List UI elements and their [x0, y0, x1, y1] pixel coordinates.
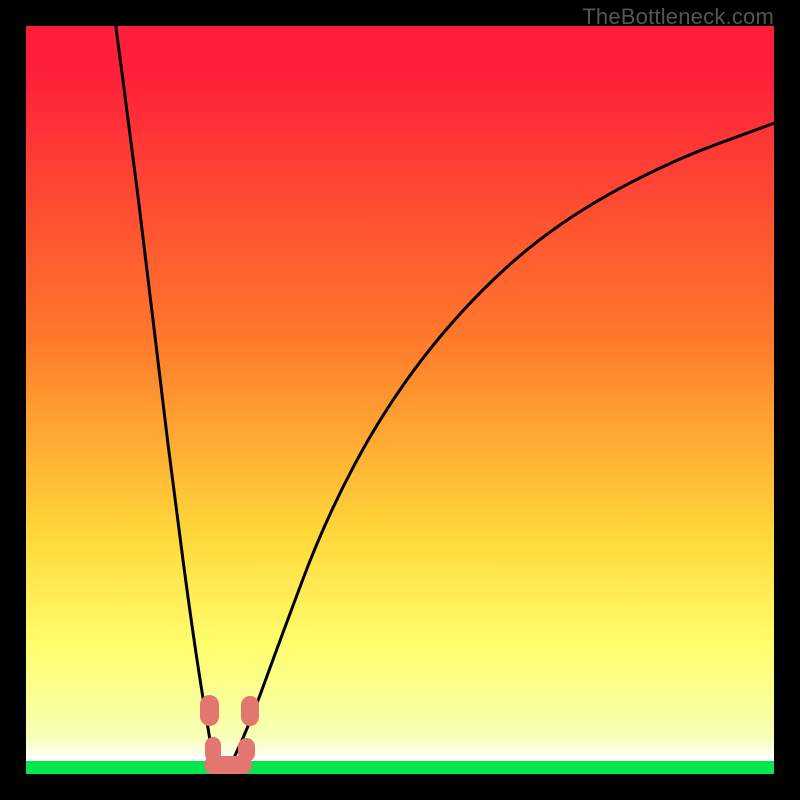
watermark-text: TheBottleneck.com [582, 4, 774, 30]
plot-area [26, 26, 774, 774]
curves-layer [26, 26, 774, 774]
left-branch-curve [116, 26, 213, 763]
marker-left-top-blob [200, 695, 219, 726]
chart-frame: TheBottleneck.com [0, 0, 800, 800]
marker-right-top-blob [241, 696, 259, 726]
marker-bottom-blob [204, 756, 252, 773]
right-branch-curve [232, 123, 774, 763]
